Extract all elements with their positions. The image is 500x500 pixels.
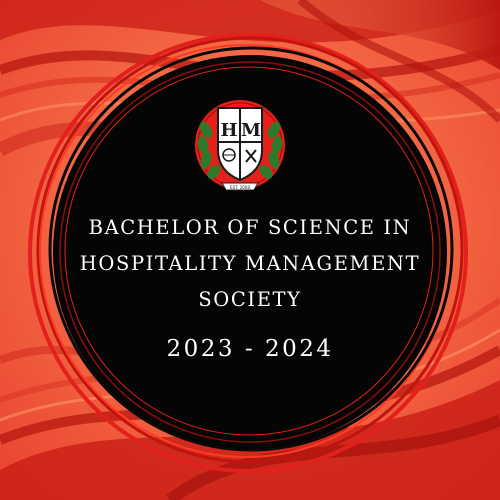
title-line-1: BACHELOR OF SCIENCE IN [88,216,412,239]
emblem-monogram-h: H [220,120,237,141]
academic-years: 2023 - 2024 [166,336,334,362]
society-title: BACHELOR OF SCIENCE IN HOSPITALITY MANAG… [50,210,450,318]
poster: H M EST. 2008 BACHELOR OF SCIENCE IN HOS… [0,0,500,500]
emblem-monogram-m: M [241,120,261,141]
title-line-2: HOSPITALITY MANAGEMENT [79,252,421,275]
emblem-ribbon-text: EST. 2008 [230,185,250,190]
society-emblem [195,100,285,191]
title-line-3: SOCIETY [198,288,302,311]
